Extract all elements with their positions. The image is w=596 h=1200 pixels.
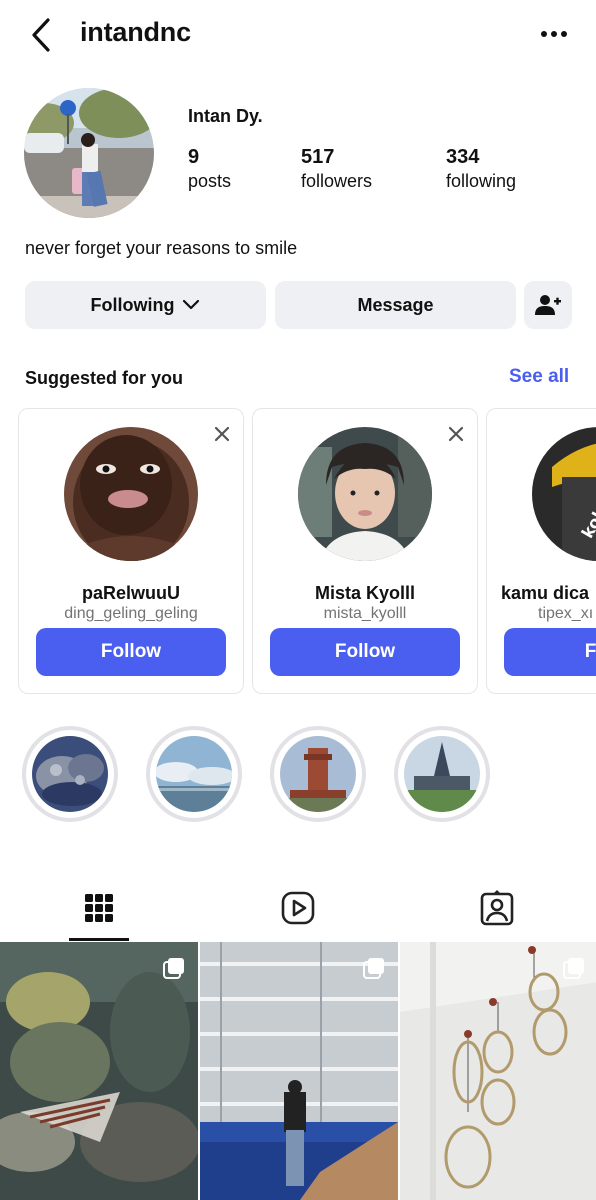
suggested-handle: tipex_xı: [538, 605, 594, 622]
grid-icon: [85, 894, 113, 922]
tab-reels[interactable]: [278, 888, 318, 928]
suggested-title: Suggested for you: [25, 368, 184, 388]
following-button-label: Following: [90, 294, 175, 315]
follow-button[interactable]: Fol: [504, 628, 596, 676]
profile-tabs: [0, 878, 596, 942]
multiple-photos-icon: [162, 956, 186, 980]
following-stat[interactable]: 334 following: [446, 145, 516, 193]
following-label: following: [446, 171, 517, 191]
display-name: Intan Dy.: [188, 106, 263, 126]
profile-bio: never forget your reasons to smile: [25, 238, 298, 258]
see-all-link[interactable]: See all: [509, 366, 569, 388]
story-highlight[interactable]: [22, 726, 118, 822]
suggested-card: kokoro kamu dica tipex_xı Fol: [486, 408, 596, 694]
following-count: 334: [446, 146, 480, 168]
story-highlight[interactable]: [270, 726, 366, 822]
profile-username: intandnc: [80, 17, 191, 47]
tagged-icon: [480, 890, 514, 926]
back-icon[interactable]: [26, 16, 60, 54]
post-thumbnail[interactable]: [200, 942, 398, 1200]
followers-count: 517: [301, 146, 335, 168]
message-button-label: Message: [357, 294, 434, 315]
highlight-cover: [156, 736, 232, 812]
posts-count: 9: [188, 146, 200, 168]
profile-avatar[interactable]: [24, 88, 154, 218]
suggested-avatar[interactable]: [298, 427, 432, 561]
suggested-avatar[interactable]: kokoro: [532, 427, 596, 561]
suggested-name[interactable]: kamu dica: [501, 583, 589, 604]
follow-button[interactable]: Follow: [36, 628, 226, 676]
story-highlight[interactable]: [394, 726, 490, 822]
message-button[interactable]: Message: [275, 281, 516, 329]
highlight-cover: [32, 736, 108, 812]
post-thumbnail[interactable]: [0, 942, 198, 1200]
followers-label: followers: [301, 171, 373, 191]
post-thumbnail[interactable]: [400, 942, 596, 1200]
follow-button[interactable]: Follow: [270, 628, 460, 676]
chevron-down-icon: [183, 299, 200, 310]
suggested-handle: mista_kyolll: [323, 605, 407, 622]
suggested-card: paRelwuuU ding_geling_geling Follow: [18, 408, 244, 694]
close-icon[interactable]: [211, 423, 233, 445]
suggested-handle: ding_geling_geling: [64, 605, 198, 622]
tab-grid[interactable]: [79, 888, 119, 928]
suggested-name[interactable]: paRelwuuU: [19, 583, 243, 604]
reels-icon: [281, 891, 315, 925]
add-user-button[interactable]: [524, 281, 572, 329]
close-icon[interactable]: [445, 423, 467, 445]
suggested-name[interactable]: Mista Kyolll: [253, 583, 477, 604]
suggested-card: Mista Kyolll mista_kyolll Follow: [252, 408, 478, 694]
tab-active-indicator: [69, 938, 129, 941]
person-add-icon: [535, 295, 561, 315]
tab-tagged[interactable]: [477, 888, 517, 928]
story-highlight[interactable]: [146, 726, 242, 822]
highlight-cover: [404, 736, 480, 812]
multiple-photos-icon: [562, 956, 586, 980]
multiple-photos-icon: [362, 956, 386, 980]
followers-stat[interactable]: 517 followers: [301, 145, 372, 193]
top-bar: intandnc: [0, 0, 596, 70]
posts-stat[interactable]: 9 posts: [188, 145, 231, 193]
suggested-avatar[interactable]: [64, 427, 198, 561]
following-button[interactable]: Following: [25, 281, 266, 329]
more-options-icon[interactable]: [536, 22, 572, 46]
posts-label: posts: [188, 171, 232, 191]
highlight-cover: [280, 736, 356, 812]
